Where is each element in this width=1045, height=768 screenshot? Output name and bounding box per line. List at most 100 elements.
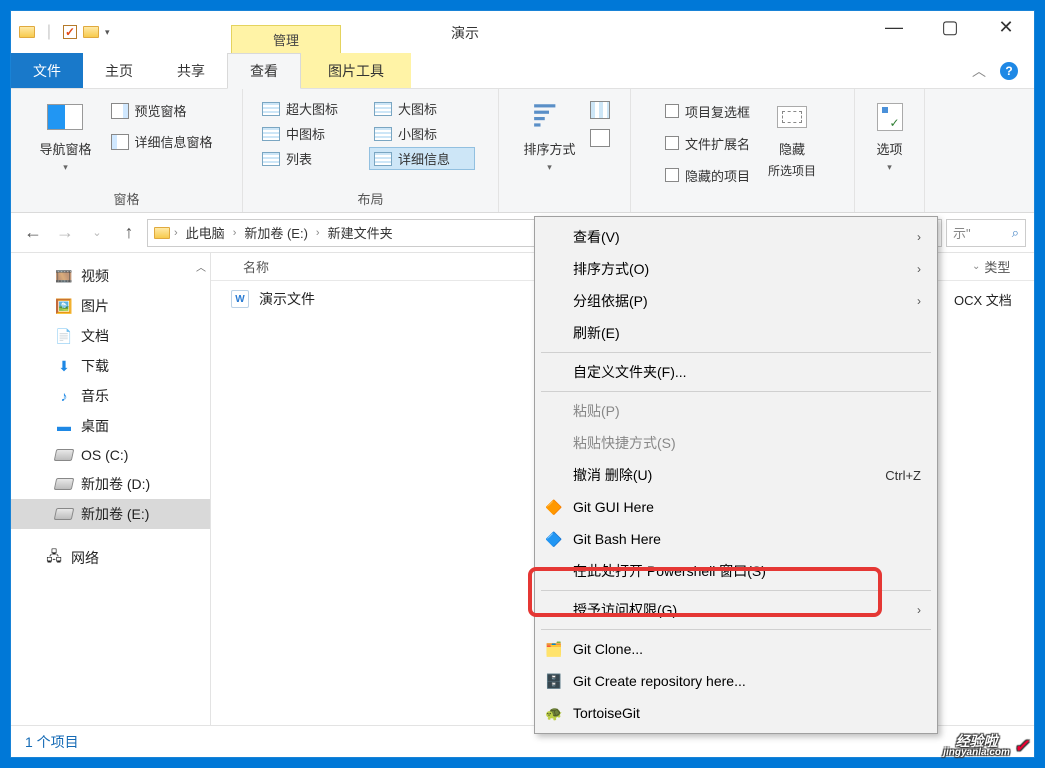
column-header-name[interactable]: 名称 xyxy=(211,257,531,276)
sidebar-pictures[interactable]: 🖼️图片 xyxy=(11,291,210,321)
hide-selected-button[interactable]: 隐藏 所选项目 xyxy=(764,97,820,190)
cm-open-powershell[interactable]: 在此处打开 Powershell 窗口(S) xyxy=(537,555,935,587)
cm-separator xyxy=(541,590,931,591)
options-button[interactable]: 选项 ▾ xyxy=(868,97,912,190)
sidebar-music[interactable]: ♪音乐 xyxy=(11,381,210,411)
view-medium-icons[interactable]: 中图标 xyxy=(257,122,363,145)
nav-forward-button[interactable]: → xyxy=(51,219,79,247)
nav-recent-dropdown[interactable]: ⌄ xyxy=(83,219,111,247)
cm-grant-access[interactable]: 授予访问权限(G)› xyxy=(537,594,935,626)
navigation-sidebar: ︿ 🎞️视频 🖼️图片 📄文档 ⬇下载 ♪音乐 ▬桌面 OS (C:) 新加卷 … xyxy=(11,253,211,725)
cm-customize-folder[interactable]: 自定义文件夹(F)... xyxy=(537,356,935,388)
cm-view[interactable]: 查看(V)› xyxy=(537,221,935,253)
sidebar-network[interactable]: 🖧网络 xyxy=(11,543,210,573)
sidebar-drive-e[interactable]: 新加卷 (E:) xyxy=(11,499,210,529)
cm-git-clone[interactable]: 🗂️Git Clone... xyxy=(537,633,935,665)
cm-refresh[interactable]: 刷新(E) xyxy=(537,317,935,349)
cm-group[interactable]: 分组依据(P)› xyxy=(537,285,935,317)
contextual-tab-manage[interactable]: 管理 xyxy=(231,25,341,53)
cm-paste-shortcut: 粘贴快捷方式(S) xyxy=(537,427,935,459)
sidebar-downloads[interactable]: ⬇下载 xyxy=(11,351,210,381)
nav-back-button[interactable]: ← xyxy=(19,219,47,247)
cm-tortoisegit[interactable]: 🐢TortoiseGit xyxy=(537,697,935,729)
view-small-icons[interactable]: 小图标 xyxy=(369,122,475,145)
navigation-pane-button[interactable]: 导航窗格 ▾ xyxy=(35,97,95,186)
cm-undo-delete[interactable]: 撤消 删除(U)Ctrl+Z xyxy=(537,459,935,491)
nav-up-button[interactable]: ↑ xyxy=(115,219,143,247)
ribbon-collapse-icon[interactable]: ︿ xyxy=(972,61,986,81)
sidebar-videos[interactable]: 🎞️视频 xyxy=(11,261,210,291)
search-box[interactable]: 示" ⌕ xyxy=(946,219,1026,247)
add-columns-button[interactable] xyxy=(590,101,610,119)
file-type-partial: OCX 文档 xyxy=(954,290,1034,309)
git-clone-icon: 🗂️ xyxy=(545,640,563,658)
size-columns-button[interactable] xyxy=(590,129,610,147)
hidden-items-toggle[interactable]: 隐藏的项目 xyxy=(665,163,750,187)
cm-separator xyxy=(541,352,931,353)
details-pane-button[interactable]: 详细信息窗格 xyxy=(106,130,218,153)
sidebar-drive-d[interactable]: 新加卷 (D:) xyxy=(11,469,210,499)
sidebar-drive-c[interactable]: OS (C:) xyxy=(11,441,210,469)
sidebar-desktop[interactable]: ▬桌面 xyxy=(11,411,210,441)
preview-pane-icon xyxy=(111,103,129,119)
ribbon-tab-row: 文件 主页 共享 查看 图片工具 ︿ ? xyxy=(11,53,1034,89)
qat-separator: | xyxy=(41,24,57,40)
cm-git-bash[interactable]: 🔷Git Bash Here xyxy=(537,523,935,555)
ribbon-group-layout-label: 布局 xyxy=(357,186,383,212)
new-folder-qat-button[interactable] xyxy=(83,24,99,40)
view-large-icons[interactable]: 大图标 xyxy=(369,97,475,120)
app-icon xyxy=(19,24,35,40)
search-icon: ⌕ xyxy=(1012,225,1019,241)
title-bar: | ▾ 管理 演示 — ▢ ✕ xyxy=(11,11,1034,53)
medium-icons-icon xyxy=(262,127,280,141)
git-repo-icon: 🗄️ xyxy=(545,672,563,690)
submenu-arrow-icon: › xyxy=(917,603,921,617)
item-checkboxes-toggle[interactable]: 项目复选框 xyxy=(665,99,750,123)
minimize-button[interactable]: — xyxy=(866,11,922,51)
preview-pane-button[interactable]: 预览窗格 xyxy=(106,99,218,122)
breadcrumb-chevron-icon[interactable]: › xyxy=(174,227,178,239)
help-icon[interactable]: ? xyxy=(1000,62,1018,80)
context-menu: 查看(V)› 排序方式(O)› 分组依据(P)› 刷新(E) 自定义文件夹(F)… xyxy=(534,216,938,734)
qat-customize-dropdown[interactable]: ▾ xyxy=(105,27,113,38)
view-list[interactable]: 列表 xyxy=(257,147,363,170)
close-button[interactable]: ✕ xyxy=(978,11,1034,51)
window-title: 演示 xyxy=(451,23,479,43)
ribbon-group-panes-label: 窗格 xyxy=(113,186,139,212)
ribbon-tab-picture-tools[interactable]: 图片工具 xyxy=(301,53,411,88)
column-header-type[interactable]: ⌄类型 xyxy=(962,257,1034,276)
details-pane-icon xyxy=(111,134,129,150)
view-extra-large-icons[interactable]: 超大图标 xyxy=(257,97,363,120)
git-bash-icon: 🔷 xyxy=(545,530,563,548)
cm-git-create-repo[interactable]: 🗄️Git Create repository here... xyxy=(537,665,935,697)
ribbon-tab-file[interactable]: 文件 xyxy=(11,53,83,88)
file-extensions-toggle[interactable]: 文件扩展名 xyxy=(665,131,750,155)
cm-separator xyxy=(541,629,931,630)
breadcrumb-chevron-icon[interactable]: › xyxy=(316,227,320,239)
properties-qat-button[interactable] xyxy=(63,25,77,39)
breadcrumb-chevron-icon[interactable]: › xyxy=(233,227,237,239)
drive-icon xyxy=(55,446,73,464)
drive-icon xyxy=(55,475,73,493)
ribbon-group-sort-label xyxy=(563,190,567,212)
status-item-count: 1 个项目 xyxy=(25,732,79,752)
ribbon-tab-share[interactable]: 共享 xyxy=(155,53,227,88)
maximize-button[interactable]: ▢ xyxy=(922,11,978,51)
breadcrumb-current-folder[interactable]: 新建文件夹 xyxy=(324,223,397,242)
sort-by-button[interactable]: 排序方式 ▾ xyxy=(519,97,579,190)
breadcrumb-volume-e[interactable]: 新加卷 (E:) xyxy=(240,223,312,242)
cm-separator xyxy=(541,391,931,392)
git-gui-icon: 🔶 xyxy=(545,498,563,516)
ribbon-tab-home[interactable]: 主页 xyxy=(83,53,155,88)
small-icons-icon xyxy=(374,127,392,141)
view-details[interactable]: 详细信息 xyxy=(369,147,475,170)
cm-sort[interactable]: 排序方式(O)› xyxy=(537,253,935,285)
music-icon: ♪ xyxy=(55,387,73,405)
ribbon-tab-view[interactable]: 查看 xyxy=(227,53,301,89)
sidebar-documents[interactable]: 📄文档 xyxy=(11,321,210,351)
options-icon xyxy=(877,103,903,131)
sidebar-scroll-up-icon[interactable]: ︿ xyxy=(196,259,206,274)
cm-git-gui[interactable]: 🔶Git GUI Here xyxy=(537,491,935,523)
ribbon-content: 导航窗格 ▾ 预览窗格 详细信息窗格 窗格 超大图标 大图标 中图标 小图标 xyxy=(11,89,1034,213)
breadcrumb-this-pc[interactable]: 此电脑 xyxy=(182,223,229,242)
